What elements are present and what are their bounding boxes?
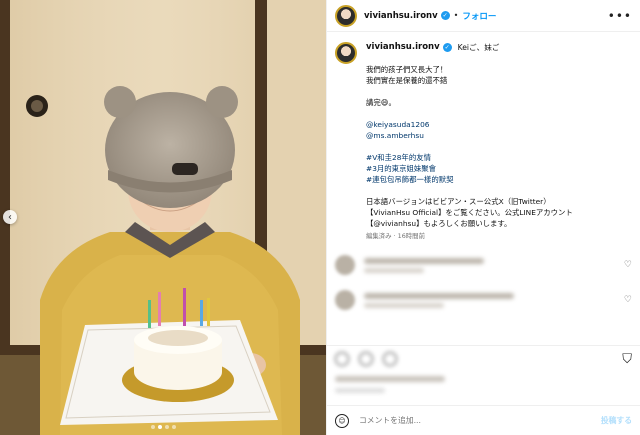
emoji-icon[interactable]: ☺ bbox=[335, 413, 349, 428]
author-username[interactable]: vivianhsu.ironv bbox=[364, 11, 438, 21]
heart-icon[interactable]: ♡ bbox=[624, 260, 632, 270]
caption-header: vivianhsu.ironv ✓ Keiご、妹ご bbox=[366, 42, 573, 53]
follow-button[interactable]: フォロー bbox=[462, 10, 496, 22]
post-photo[interactable]: ‹ bbox=[0, 0, 326, 435]
comment-composer: ☺ 投稿する bbox=[327, 405, 640, 435]
comment-text-blurred bbox=[364, 292, 514, 308]
carousel-dot-active bbox=[157, 425, 162, 429]
caption-line: 講完😄。 bbox=[366, 98, 396, 107]
caption-meta: 編集済み · 16時間前 bbox=[366, 232, 425, 240]
post-side-panel: vivianhsu.ironv ✓ • フォロー ••• vivianhsu.i… bbox=[326, 0, 640, 435]
caption-avatar[interactable] bbox=[335, 42, 357, 64]
caption-line: 我們實在是保養的還不錯 bbox=[366, 76, 448, 85]
post-comment-button[interactable]: 投稿する bbox=[601, 415, 632, 426]
caption-link[interactable]: @ms.amberhsu bbox=[366, 130, 573, 141]
carousel-prev-button[interactable]: ‹ bbox=[3, 210, 17, 224]
carousel-dot bbox=[164, 425, 169, 429]
caption-content: vivianhsu.ironv ✓ Keiご、妹ご 我們的孩子們又長大了！ 我們實… bbox=[366, 42, 573, 242]
comment-icon[interactable] bbox=[359, 352, 373, 366]
likes-count-blurred bbox=[335, 376, 445, 382]
more-horizontal-icon[interactable]: ••• bbox=[608, 9, 632, 23]
comment-text-blurred bbox=[364, 257, 484, 273]
like-icon[interactable] bbox=[335, 352, 349, 366]
caption-link[interactable]: #V和圭28年的友情 bbox=[366, 152, 573, 163]
chevron-left-icon: ‹ bbox=[8, 211, 12, 223]
comment-item[interactable]: ♡ bbox=[335, 287, 632, 313]
caption-line: 我們的孩子們又長大了！ bbox=[366, 65, 448, 74]
caption-link[interactable]: @keiyasuda1206 bbox=[366, 119, 573, 130]
caption-line: 日本語バージョンはビビアン・スー公式X（旧Twitter） bbox=[366, 197, 551, 206]
verified-badge-icon: ✓ bbox=[442, 43, 452, 52]
bookmark-icon[interactable]: ⛉ bbox=[622, 352, 632, 367]
comment-input[interactable] bbox=[359, 416, 601, 425]
header-separator: • bbox=[453, 11, 459, 20]
photo-illustration bbox=[0, 0, 326, 435]
caption-line: 【VivianHsu Official】をご覧ください。公式LINEアカウント bbox=[366, 208, 573, 217]
caption-link[interactable]: #連包包吊飾都一樣的默契 bbox=[366, 174, 573, 185]
caption-title: Keiご、妹ご bbox=[457, 43, 500, 52]
carousel-dot bbox=[150, 425, 155, 429]
action-icons bbox=[335, 346, 632, 372]
comment-item[interactable]: ♡ bbox=[335, 252, 632, 278]
caption-username[interactable]: vivianhsu.ironv bbox=[366, 42, 440, 53]
post-window: ‹ vivianhsu.ironv ✓ • フォロー ••• vivianhsu… bbox=[0, 0, 640, 435]
caption-lines: 我們的孩子們又長大了！ 我們實在是保養的還不錯 講完😄。 @keiyasuda12… bbox=[366, 64, 573, 229]
post-header: vivianhsu.ironv ✓ • フォロー ••• bbox=[327, 0, 640, 32]
carousel-dot bbox=[171, 425, 176, 429]
comment-avatar[interactable] bbox=[335, 290, 355, 310]
share-icon[interactable] bbox=[383, 352, 397, 366]
post-date-blurred bbox=[335, 388, 385, 393]
verified-badge-icon: ✓ bbox=[440, 11, 450, 20]
heart-icon[interactable]: ♡ bbox=[624, 295, 632, 305]
author-avatar[interactable] bbox=[335, 4, 357, 27]
caption: vivianhsu.ironv ✓ Keiご、妹ご 我們的孩子們又長大了！ 我們實… bbox=[335, 42, 632, 242]
carousel-dots bbox=[0, 425, 326, 429]
caption-link[interactable]: #3月的東京姐妹聚會 bbox=[366, 163, 573, 174]
comment-avatar[interactable] bbox=[335, 255, 355, 275]
post-actions: ⛉ bbox=[327, 345, 640, 405]
caption-line: 【@vivianhsu】もよろしくお願いします。 bbox=[366, 219, 512, 228]
